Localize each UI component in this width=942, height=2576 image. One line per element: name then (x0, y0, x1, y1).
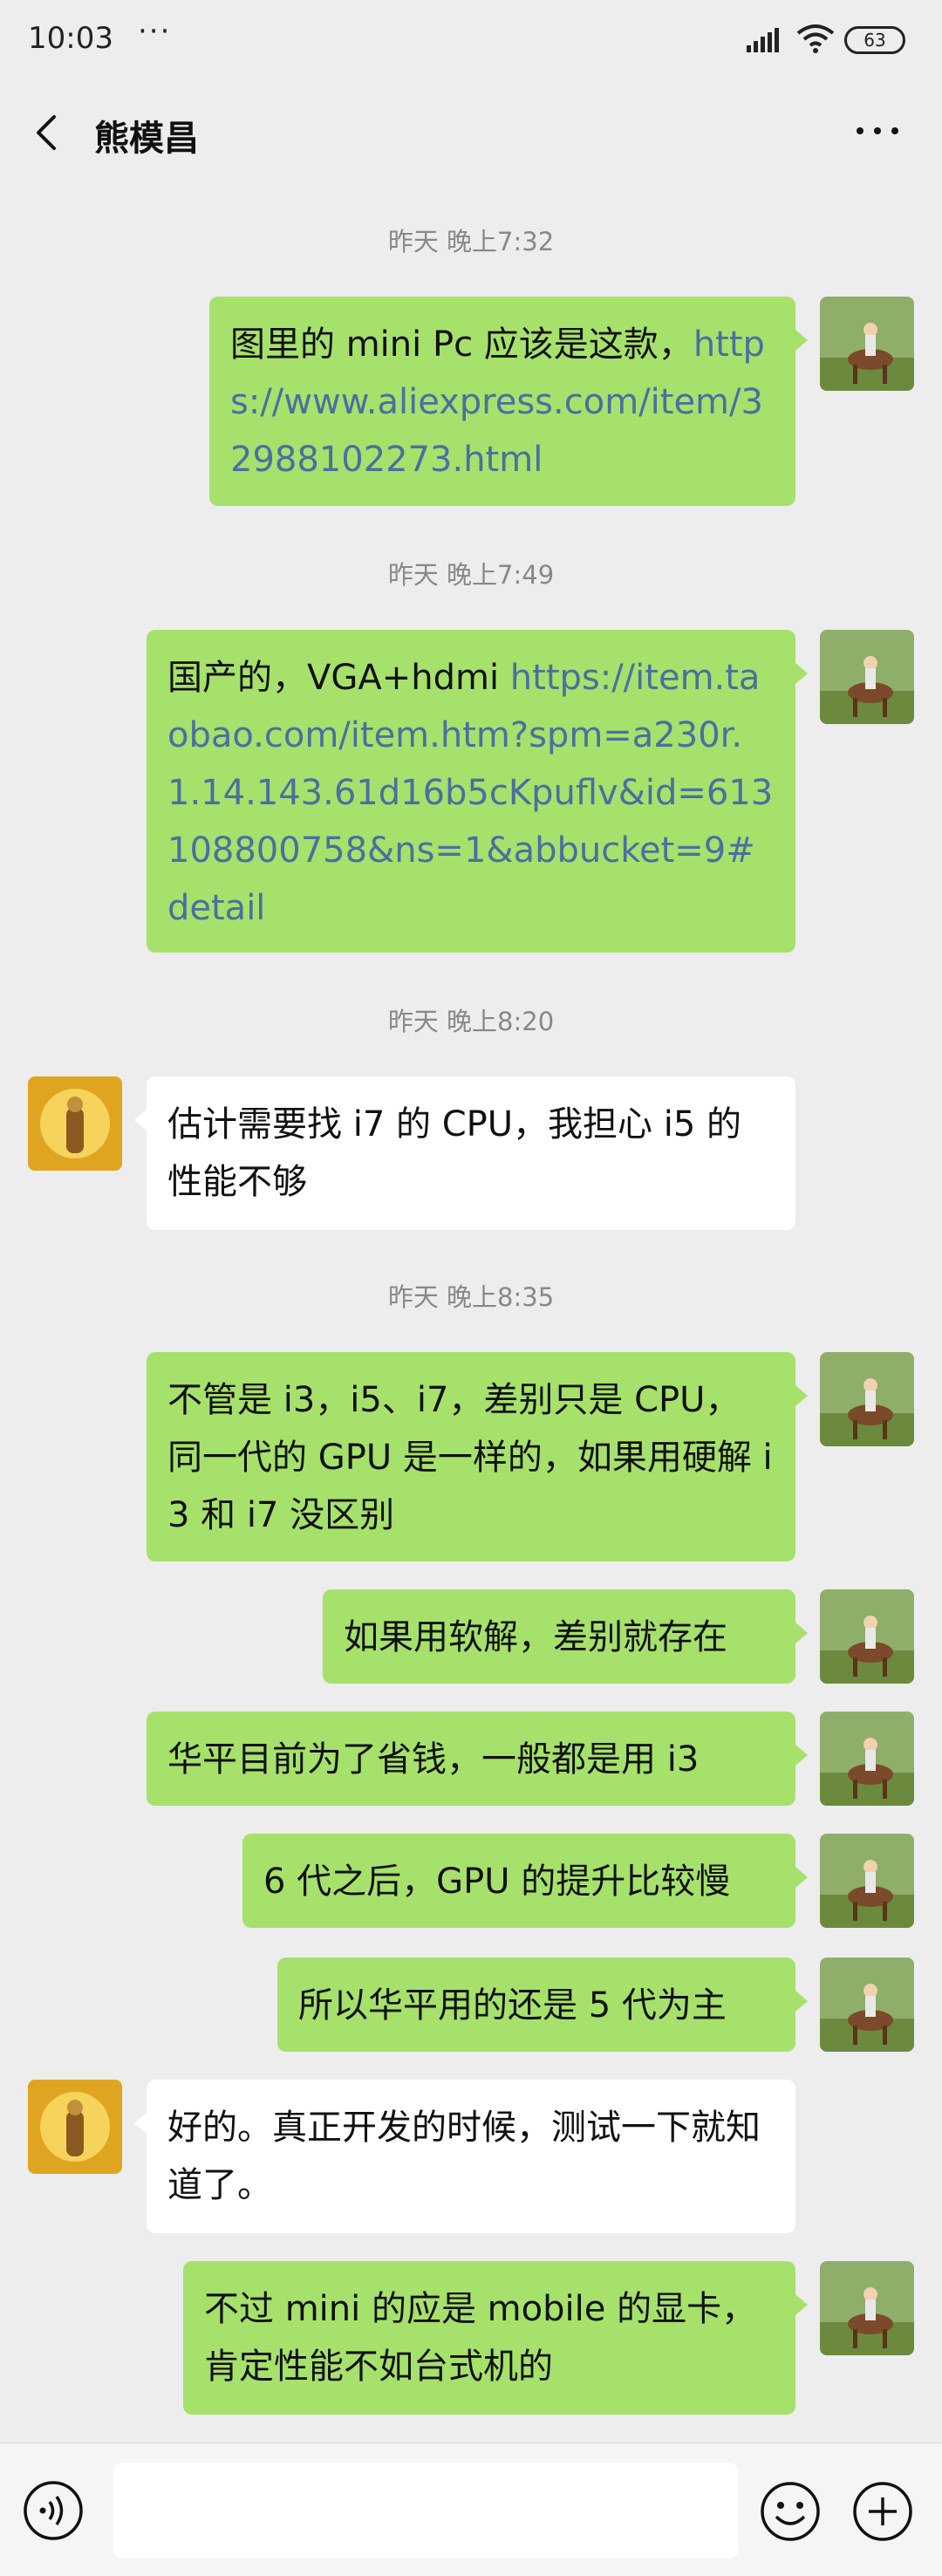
my-avatar[interactable] (820, 1352, 914, 1446)
my-avatar[interactable] (820, 2261, 914, 2355)
my-avatar[interactable] (820, 1958, 914, 2052)
emoji-icon[interactable] (759, 2480, 822, 2543)
message-bubble[interactable]: 不过 mini 的应是 mobile 的显卡，肯定性能不如台式机的 (183, 2261, 808, 2415)
message-bubble[interactable]: 估计需要找 i7 的 CPU，我担心 i5 的性能不够 (134, 1076, 795, 1230)
message-text: 国产的，VGA+hdmi (167, 658, 510, 698)
contact-avatar[interactable] (28, 1076, 122, 1171)
signal-icon (747, 28, 779, 52)
message-bubble[interactable]: 不管是 i3，i5、i7，差别只是 CPU，同一代的 GPU 是一样的，如果用硬… (147, 1352, 808, 1561)
message-bubble[interactable]: 国产的，VGA+hdmi https://item.taobao.com/ite… (147, 630, 808, 953)
message-link[interactable]: https://item.taobao.com/item.htm?spm=a23… (167, 658, 773, 928)
input-bar (0, 2443, 942, 2576)
plus-icon[interactable] (851, 2480, 914, 2543)
message-bubble[interactable]: 所以华平用的还是 5 代为主 (277, 1958, 808, 2052)
chevron-left-icon[interactable] (26, 112, 68, 154)
message-list[interactable]: 昨天 晚上7:32 图里的 mini Pc 应该是这款，https://www.… (0, 187, 942, 2437)
status-bar: 10:03 ··· 63 (0, 0, 942, 84)
my-avatar[interactable] (820, 630, 914, 724)
battery-icon: 63 (844, 26, 905, 54)
timestamp: 昨天 晚上8:20 (387, 1007, 555, 1036)
timestamp: 昨天 晚上7:32 (387, 227, 555, 256)
message-bubble[interactable]: 好的。真正开发的时候，测试一下就知道了。 (134, 2080, 795, 2233)
my-avatar[interactable] (820, 1834, 914, 1928)
voice-icon[interactable] (23, 2480, 84, 2541)
contact-avatar[interactable] (28, 2080, 122, 2174)
message-bubble[interactable]: 图里的 mini Pc 应该是这款，https://www.aliexpress… (209, 297, 808, 506)
timestamp: 昨天 晚上7:49 (387, 560, 555, 590)
status-dots: ··· (138, 14, 172, 49)
message-bubble[interactable]: 如果用软解，差别就存在 (323, 1589, 808, 1684)
my-avatar[interactable] (820, 1712, 914, 1806)
message-bubble[interactable]: 6 代之后，GPU 的提升比较慢 (242, 1834, 808, 1928)
my-avatar[interactable] (820, 297, 914, 391)
message-input[interactable] (113, 2463, 738, 2559)
status-time: 10:03 (28, 21, 113, 56)
more-dots-icon[interactable] (851, 110, 904, 152)
message-bubble[interactable]: 华平目前为了省钱，一般都是用 i3 (147, 1712, 808, 1806)
timestamp: 昨天 晚上8:35 (387, 1282, 555, 1312)
chat-title: 熊模昌 (94, 119, 199, 159)
my-avatar[interactable] (820, 1589, 914, 1684)
wifi-icon (796, 24, 835, 53)
chat-header: 熊模昌 (0, 84, 942, 187)
message-text: 图里的 mini Pc 应该是这款， (230, 325, 693, 365)
